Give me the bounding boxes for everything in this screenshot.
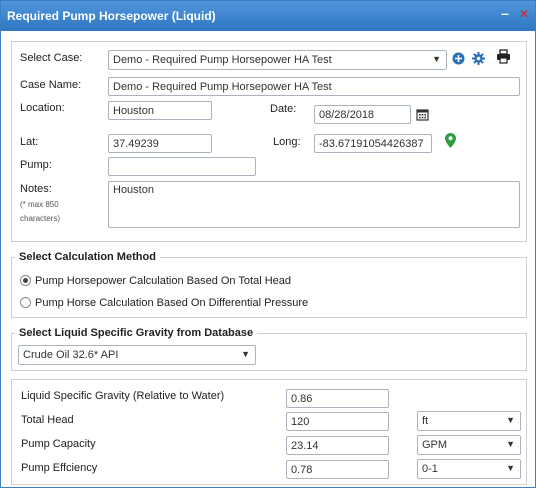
efficiency-unit-select[interactable]: 0-1 ▼: [417, 459, 521, 479]
radio-total-head[interactable]: [20, 275, 31, 286]
calc-method-legend: Select Calculation Method: [15, 251, 160, 263]
pump-label: Pump:: [20, 159, 52, 171]
chevron-down-icon: ▼: [241, 349, 250, 359]
lat-label: Lat:: [20, 136, 39, 148]
date-label: Date:: [270, 103, 297, 115]
select-case-dropdown[interactable]: Demo - Required Pump Horsepower HA Test …: [108, 50, 447, 70]
map-marker-icon[interactable]: [445, 133, 456, 148]
inputs-panel: Liquid Specific Gravity (Relative to Wat…: [11, 379, 527, 485]
case-panel: Select Case: Demo - Required Pump Horsep…: [11, 41, 527, 242]
pump-horsepower-dialog: Required Pump Horsepower (Liquid) – ✕ Se…: [0, 0, 536, 488]
sg-label: Liquid Specific Gravity (Relative to Wat…: [21, 390, 225, 402]
efficiency-input[interactable]: [286, 460, 389, 479]
total-head-unit-select[interactable]: ft ▼: [417, 411, 521, 431]
case-name-label: Case Name:: [20, 79, 82, 91]
radio-differential-pressure[interactable]: [20, 297, 31, 308]
radio-total-head-label[interactable]: Pump Horsepower Calculation Based On Tot…: [35, 275, 291, 287]
total-head-label: Total Head: [21, 414, 74, 426]
case-name-input[interactable]: [108, 77, 520, 96]
notes-hint: (* max 850 characters): [20, 200, 61, 223]
pump-input[interactable]: [108, 157, 256, 176]
capacity-unit-select[interactable]: GPM ▼: [417, 435, 521, 455]
gravity-db-value: Crude Oil 32.6* API: [23, 349, 119, 361]
location-label: Location:: [20, 102, 65, 114]
select-case-value: Demo - Required Pump Horsepower HA Test: [113, 54, 332, 66]
capacity-input[interactable]: [286, 436, 389, 455]
title-bar[interactable]: Required Pump Horsepower (Liquid) – ✕: [1, 1, 535, 31]
gear-icon[interactable]: [472, 52, 485, 65]
minimize-icon[interactable]: –: [501, 5, 509, 21]
capacity-unit-value: GPM: [422, 439, 448, 451]
notes-textarea[interactable]: Houston: [108, 181, 520, 228]
sg-input[interactable]: [286, 389, 389, 408]
chevron-down-icon: ▼: [432, 54, 441, 64]
printer-icon[interactable]: [496, 49, 511, 64]
gravity-db-legend: Select Liquid Specific Gravity from Data…: [15, 327, 258, 339]
date-input[interactable]: [314, 105, 411, 124]
notes-label: Notes:: [20, 183, 52, 195]
lat-input[interactable]: [108, 134, 212, 153]
efficiency-label: Pump Effciency: [21, 462, 98, 474]
capacity-label: Pump Capacity: [21, 438, 96, 450]
gravity-db-dropdown[interactable]: Crude Oil 32.6* API ▼: [18, 345, 256, 365]
close-icon[interactable]: ✕: [519, 7, 529, 21]
chevron-down-icon: ▼: [506, 463, 515, 473]
location-input[interactable]: [108, 101, 212, 120]
chevron-down-icon: ▼: [506, 415, 515, 425]
chevron-down-icon: ▼: [506, 439, 515, 449]
select-case-label: Select Case:: [20, 52, 83, 64]
long-input[interactable]: [314, 134, 432, 153]
efficiency-unit-value: 0-1: [422, 463, 438, 475]
long-label: Long:: [273, 136, 301, 148]
window-title: Required Pump Horsepower (Liquid): [7, 9, 216, 23]
total-head-input[interactable]: [286, 412, 389, 431]
total-head-unit-value: ft: [422, 415, 429, 427]
plus-circle-icon[interactable]: [452, 52, 465, 65]
radio-differential-pressure-label[interactable]: Pump Horse Calculation Based On Differen…: [35, 297, 308, 309]
calendar-icon[interactable]: [416, 108, 429, 121]
